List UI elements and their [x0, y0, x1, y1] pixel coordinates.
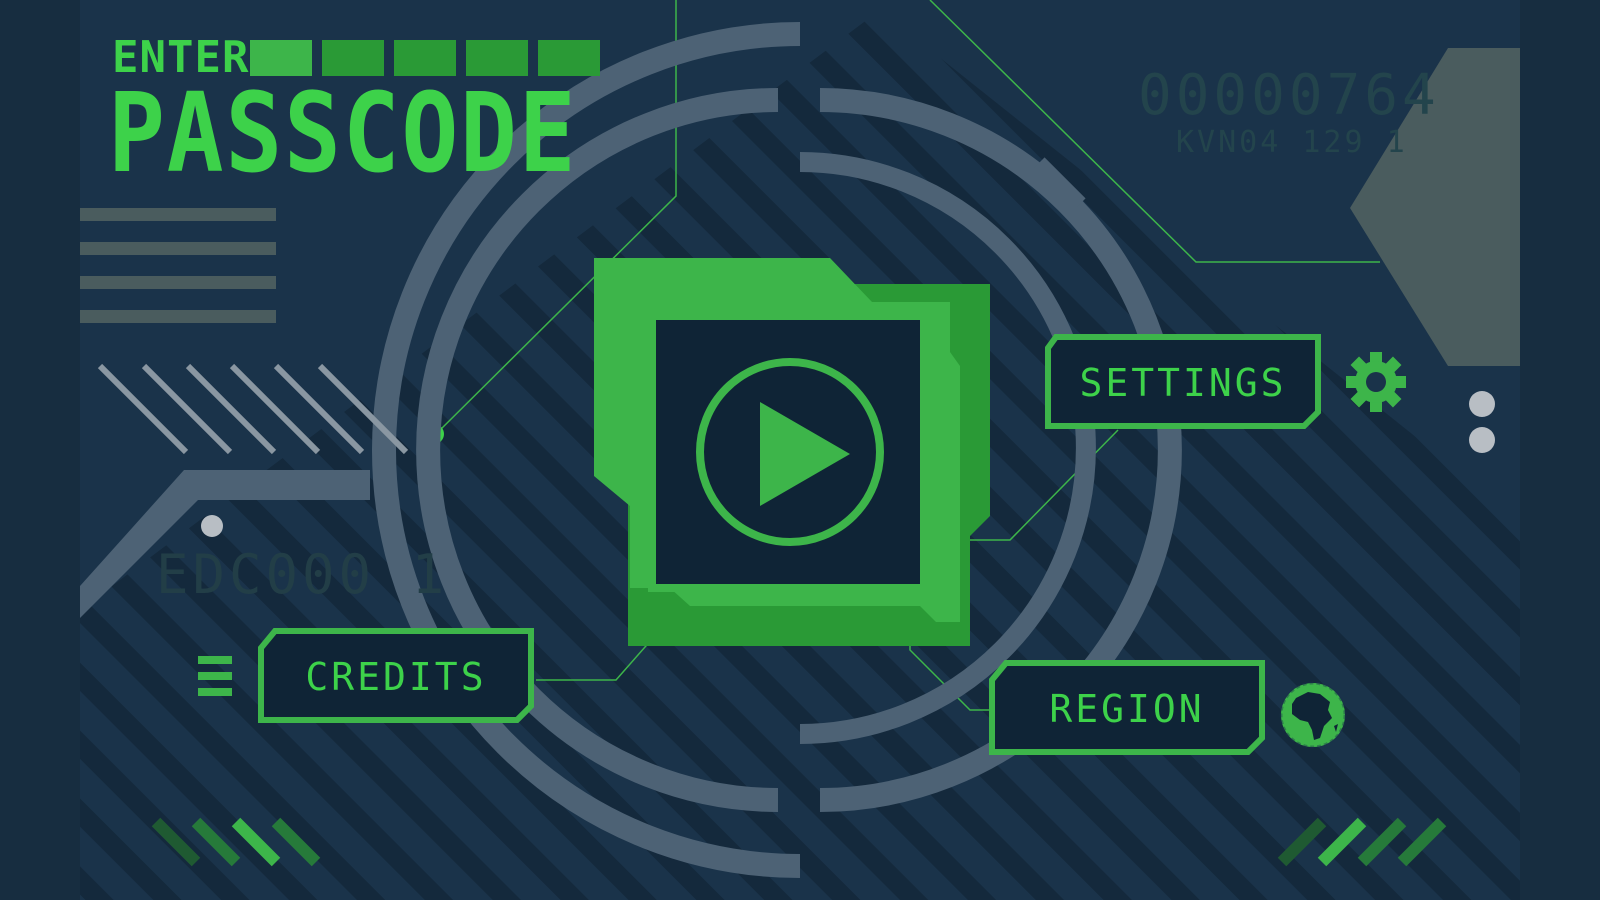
- gear-icon[interactable]: [1344, 350, 1408, 414]
- code-readout-sub: KVN04 129 1: [1176, 125, 1408, 160]
- region-label: REGION: [1049, 687, 1205, 731]
- page-title: PASSCODE: [108, 69, 578, 197]
- settings-label: SETTINGS: [1079, 361, 1287, 405]
- play-icon: [594, 258, 990, 646]
- menu-icon[interactable]: [196, 654, 234, 698]
- credits-button[interactable]: CREDITS: [255, 628, 537, 726]
- play-button[interactable]: [590, 256, 990, 656]
- credits-label: CREDITS: [305, 655, 487, 699]
- settings-button[interactable]: SETTINGS: [1042, 334, 1324, 432]
- game-screen: ENTER PASSCODE 00000764 KVN04 129 1 EDC0…: [0, 0, 1600, 900]
- code-readout-left: EDC000 1: [156, 543, 449, 606]
- globe-icon[interactable]: [1278, 680, 1348, 750]
- code-readout-top: 00000764: [1138, 63, 1440, 128]
- region-button[interactable]: REGION: [986, 660, 1268, 758]
